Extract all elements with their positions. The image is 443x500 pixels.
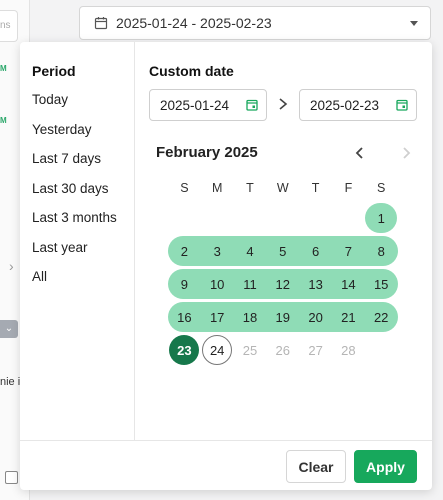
popup-footer: Clear Apply — [20, 440, 432, 490]
calendar-day[interactable]: 11 — [234, 268, 267, 300]
calendar-day[interactable]: 10 — [201, 268, 234, 300]
chevron-left-icon[interactable] — [354, 146, 366, 160]
calendar-day[interactable]: 22 — [365, 301, 398, 333]
calendar-empty-cell — [234, 202, 267, 234]
calendar-day[interactable]: 13 — [299, 268, 332, 300]
calendar-empty-cell — [365, 334, 398, 366]
date-range-popup: Period Today Yesterday Last 7 days Last … — [20, 42, 432, 490]
weekday-label: M — [211, 181, 223, 195]
calendar-week: 9 10 11 12 13 14 15 — [168, 268, 398, 300]
calendar-empty-cell — [266, 202, 299, 234]
selected-day-number: 23 — [177, 342, 192, 358]
calendar-empty-cell — [168, 202, 201, 234]
calendar-day[interactable]: 5 — [266, 235, 299, 267]
period-heading: Period — [32, 63, 76, 79]
background-marker: M — [0, 116, 7, 125]
date-range-value: 2025-01-24 - 2025-02-23 — [116, 15, 272, 31]
background-checkbox[interactable] — [5, 471, 18, 484]
chevron-right-icon — [279, 98, 288, 110]
weekday-label: S — [377, 181, 386, 195]
chevron-right-icon: › — [9, 258, 14, 274]
background-dropdown-badge: ⌄ — [0, 320, 18, 338]
custom-date-heading: Custom date — [149, 63, 234, 79]
end-date-value: 2025-02-23 — [310, 97, 380, 113]
calendar-day[interactable]: 16 — [168, 301, 201, 333]
calendar-day-disabled: 27 — [308, 342, 323, 358]
calendar-grid: S M T W T F S 1 2 3 4 5 6 7 8 9 10 11 12… — [168, 174, 398, 367]
calendar-icon[interactable] — [246, 99, 258, 111]
calendar-day[interactable]: 7 — [332, 235, 365, 267]
period-list: Today Yesterday Last 7 days Last 30 days… — [32, 92, 117, 299]
weekday-header: S M T W T F S — [168, 174, 398, 202]
calendar-week: 2 3 4 5 6 7 8 — [168, 235, 398, 267]
calendar-icon — [94, 17, 108, 30]
calendar-day[interactable]: 19 — [266, 301, 299, 333]
weekday-label: W — [276, 181, 289, 195]
calendar-day[interactable]: 15 — [365, 268, 398, 300]
period-option-all[interactable]: All — [32, 269, 117, 299]
calendar-icon[interactable] — [396, 99, 408, 111]
background-marker: M — [0, 64, 7, 73]
calendar-day-today[interactable]: 24 — [201, 334, 234, 366]
custom-date-panel: Custom date 2025-01-24 2025-02-23 Februa… — [136, 42, 432, 440]
period-option-last-3-months[interactable]: Last 3 months — [32, 210, 117, 240]
clear-button[interactable]: Clear — [286, 450, 346, 483]
calendar-empty-cell — [332, 202, 365, 234]
period-panel: Period Today Yesterday Last 7 days Last … — [20, 42, 135, 440]
calendar-day[interactable]: 2 — [168, 235, 201, 267]
period-option-yesterday[interactable]: Yesterday — [32, 122, 117, 152]
weekday-label: S — [180, 181, 189, 195]
today-day-number: 24 — [209, 342, 225, 358]
calendar-day[interactable]: 4 — [234, 235, 267, 267]
apply-button[interactable]: Apply — [354, 450, 417, 483]
calendar-day[interactable]: 21 — [332, 301, 365, 333]
calendar-day[interactable]: 6 — [299, 235, 332, 267]
calendar-day[interactable]: 17 — [201, 301, 234, 333]
period-option-last-year[interactable]: Last year — [32, 240, 117, 270]
calendar-empty-cell — [201, 202, 234, 234]
caret-down-icon — [410, 20, 418, 26]
calendar-day[interactable]: 18 — [234, 301, 267, 333]
start-date-value: 2025-01-24 — [160, 97, 230, 113]
calendar-day[interactable]: 12 — [266, 268, 299, 300]
period-option-last-30-days[interactable]: Last 30 days — [32, 181, 117, 211]
calendar-week: 16 17 18 19 20 21 22 — [168, 301, 398, 333]
calendar-empty-cell — [299, 202, 332, 234]
chevron-right-icon — [403, 147, 411, 159]
period-option-last-7-days[interactable]: Last 7 days — [32, 151, 117, 181]
weekday-label: F — [344, 181, 353, 195]
calendar-day-disabled: 25 — [242, 342, 258, 358]
calendar-week: 1 — [168, 202, 398, 234]
calendar-day[interactable]: 14 — [332, 268, 365, 300]
date-range-trigger[interactable]: 2025-01-24 - 2025-02-23 — [79, 6, 431, 40]
background-input-fragment: ns — [0, 10, 18, 42]
calendar-day-disabled: 26 — [275, 342, 291, 358]
weekday-label: T — [246, 181, 254, 195]
calendar-day[interactable]: 1 — [365, 202, 398, 234]
period-option-today[interactable]: Today — [32, 92, 117, 122]
calendar-month-label: February 2025 — [156, 144, 258, 161]
calendar-day[interactable]: 20 — [299, 301, 332, 333]
calendar-day-selected[interactable]: 23 — [168, 334, 201, 366]
calendar-day-disabled: 28 — [341, 342, 356, 358]
weekday-label: T — [311, 181, 320, 195]
end-date-input[interactable]: 2025-02-23 — [299, 89, 417, 121]
calendar-day[interactable]: 3 — [201, 235, 234, 267]
background-text-fragment: nie i — [0, 376, 21, 388]
calendar-day[interactable]: 8 — [365, 235, 398, 267]
start-date-input[interactable]: 2025-01-24 — [149, 89, 267, 121]
calendar-week: 23 24 25 26 27 28 — [168, 334, 398, 366]
calendar-day[interactable]: 9 — [168, 268, 201, 300]
